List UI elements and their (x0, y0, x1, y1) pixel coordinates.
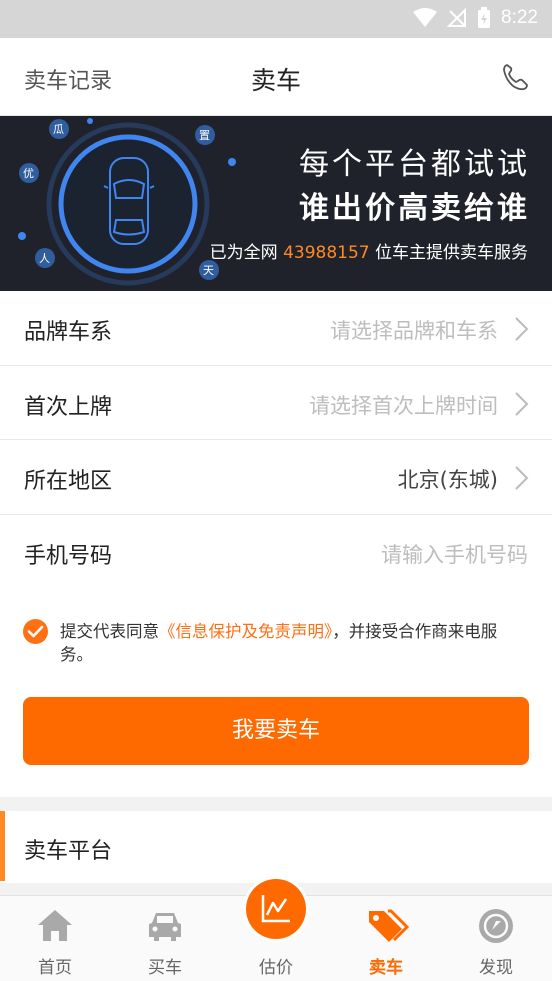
brand-series-placeholder: 请选择品牌和车系 (330, 319, 498, 343)
ring-char: 置 (199, 129, 210, 142)
tab-label: 估价 (259, 958, 293, 978)
section-title: 卖车平台 (24, 839, 113, 864)
first-registration-field[interactable]: 首次上牌 请选择首次上牌时间 (0, 366, 552, 440)
tab-label: 买车 (148, 958, 182, 978)
ring-char: 人 (39, 252, 50, 265)
field-label: 手机号码 (24, 543, 113, 569)
signal-off-icon (447, 8, 467, 27)
car-icon (149, 913, 181, 941)
agreement-section: 提交代表同意《信息保护及免责声明》，并接受合作商来电服务。 我要卖车 (0, 589, 552, 797)
phone-number-field[interactable]: 手机号码 请输入手机号码 (0, 515, 552, 590)
region-field[interactable]: 所在地区 北京(东城) (0, 440, 552, 515)
field-label: 所在地区 (24, 469, 113, 494)
battery-charging-icon (478, 7, 491, 28)
field-label: 品牌车系 (24, 320, 113, 345)
page-title: 卖车 (250, 66, 301, 95)
sell-platform-section: 卖车平台 (0, 811, 552, 883)
ring-char: 瓜 (53, 123, 64, 136)
region-value: 北京(东城) (397, 468, 498, 492)
sell-car-button[interactable]: 我要卖车 (23, 697, 529, 765)
agree-checkbox[interactable] (23, 619, 48, 644)
promo-banner[interactable]: 瓜 置 优 人 天 每个平台都试试 谁出价高卖给谁 已为全网 43988157 … (0, 116, 552, 291)
tab-home[interactable]: 首页 (0, 896, 110, 981)
agreement-text: 提交代表同意《信息保护及免责声明》，并接受合作商来电服务。 (60, 620, 530, 666)
valuation-fab[interactable] (243, 876, 309, 942)
sell-car-form: 品牌车系 请选择品牌和车系 首次上牌 请选择首次上牌时间 所在地区 北京(东城)… (0, 291, 552, 589)
phone-icon[interactable] (500, 62, 530, 92)
first-registration-placeholder: 请选择首次上牌时间 (309, 393, 498, 418)
status-time: 8:22 (501, 7, 538, 28)
tab-buy-car[interactable]: 买车 (110, 896, 220, 981)
trend-chart-icon (261, 895, 290, 923)
banner-subheadline: 谁出价高卖给谁 (299, 191, 530, 226)
tab-label: 首页 (38, 958, 72, 978)
brand-series-field[interactable]: 品牌车系 请选择品牌和车系 (0, 291, 552, 366)
checkmark-icon (27, 625, 44, 638)
chevron-right-icon (515, 466, 529, 490)
phone-number-input[interactable]: 请输入手机号码 (381, 539, 528, 569)
agreement-prefix: 提交代表同意 (60, 622, 159, 641)
valuation-fab-circle (246, 879, 306, 939)
compass-icon (479, 909, 513, 943)
banner-stat-number: 43988157 (283, 243, 370, 263)
ring-char: 优 (23, 167, 34, 180)
banner-headline: 每个平台都试试 (299, 147, 530, 182)
tab-discover[interactable]: 发现 (441, 896, 551, 981)
top-nav: 卖车记录 卖车 (0, 38, 552, 116)
status-icons: 8:22 (413, 7, 538, 29)
banner-stat-suffix: 位车主提供卖车服务 (375, 243, 528, 263)
section-accent-bar (0, 811, 5, 881)
banner-stat-prefix: 已为全网 (209, 243, 278, 263)
field-label: 首次上牌 (24, 394, 113, 420)
chevron-right-icon (515, 391, 529, 416)
status-bar: 8:22 (0, 0, 552, 38)
tab-label: 卖车 (369, 958, 403, 978)
price-tag-icon (369, 909, 409, 942)
tab-sell-car[interactable]: 卖车 (331, 896, 441, 981)
ring-char: 天 (203, 264, 214, 277)
home-icon (38, 910, 72, 941)
tab-label: 发现 (479, 958, 513, 978)
wifi-icon (413, 8, 438, 27)
chevron-right-icon (515, 317, 529, 341)
privacy-disclaimer-link[interactable]: 《信息保护及免责声明》 (159, 622, 332, 641)
banner-stat: 已为全网 43988157 位车主提供卖车服务 (210, 238, 528, 263)
